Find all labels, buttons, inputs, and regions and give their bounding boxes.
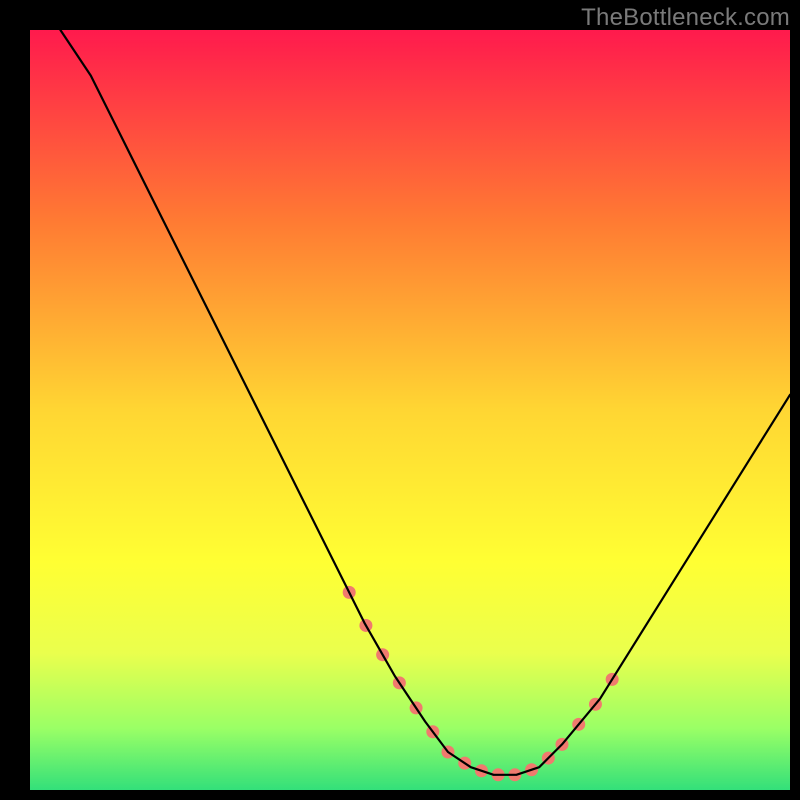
watermark-text: TheBottleneck.com [581, 4, 790, 32]
plot-area [30, 30, 790, 790]
chart-svg [0, 0, 800, 800]
bottleneck-chart: TheBottleneck.com [0, 0, 800, 800]
